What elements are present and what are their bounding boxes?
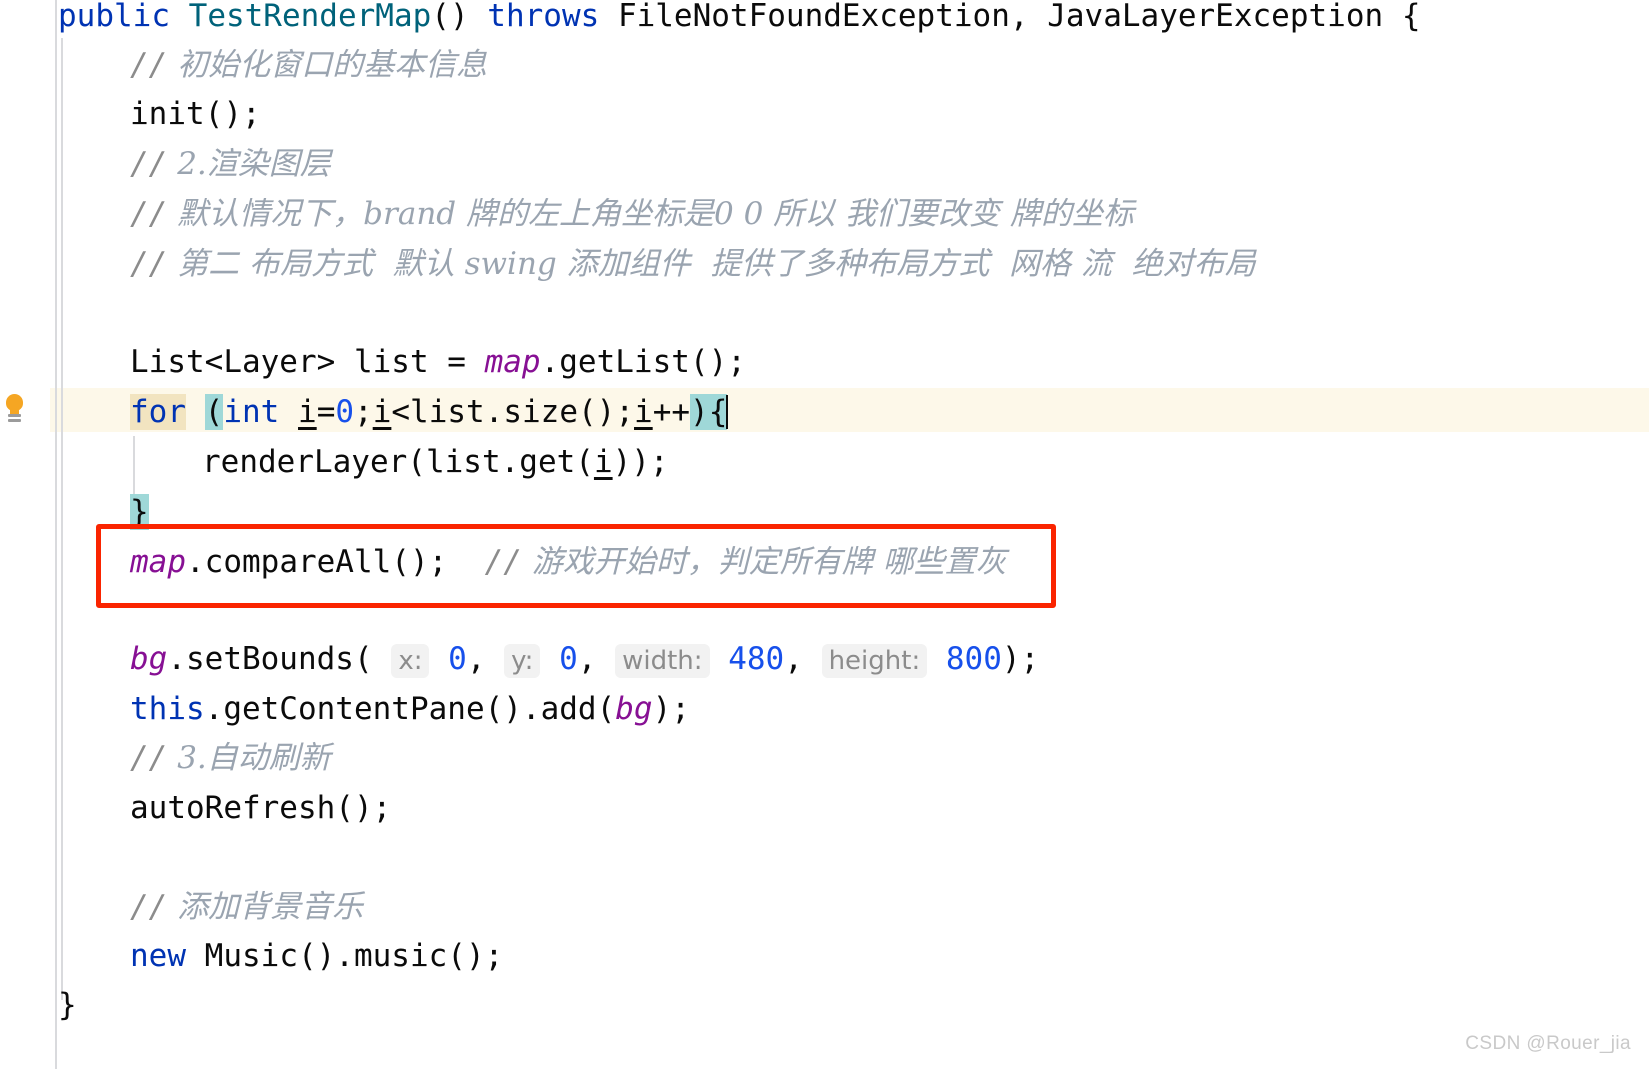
keyword-public: public — [58, 0, 170, 34]
code-line-9[interactable]: for (int i=0;i<list.size();i++){ — [130, 387, 729, 437]
arg-y-value: 0 — [559, 641, 578, 677]
code-line-14[interactable]: bg.setBounds( x: 0, y: 0, width: 480, he… — [130, 634, 1039, 684]
code-line-4[interactable]: // 2.渲染图层 — [130, 139, 331, 189]
comment-text: 第二 布局方式 默认 swing 添加组件 提供了多种布局方式 网格 流 绝对布… — [177, 246, 1256, 282]
comment-slashes: // — [484, 544, 522, 580]
local-var-i: i — [372, 394, 392, 430]
call-autorefresh: autoRefresh(); — [130, 790, 392, 826]
comment-text: 初始化窗口的基本信息 — [177, 47, 488, 83]
local-var-i: i — [593, 444, 613, 480]
field-map: map — [130, 544, 186, 580]
code-line-8[interactable]: List<Layer> list = map.getList(); — [130, 337, 746, 387]
code-line-3[interactable]: init(); — [130, 89, 261, 139]
code-line-1[interactable]: public TestRenderMap() throws FileNotFou… — [58, 0, 1420, 41]
code-editor[interactable]: public TestRenderMap() throws FileNotFou… — [0, 0, 1649, 1069]
inlay-hint-width[interactable]: width: — [615, 644, 710, 678]
comment-text: 游戏开始时，判定所有牌 哪些置灰 — [531, 544, 1007, 580]
getcontentpane-add: .getContentPane().add( — [204, 691, 616, 727]
comment-text: 3.自动刷新 — [177, 740, 331, 776]
music-call: Music().music(); — [186, 938, 504, 974]
comment-text: 添加背景音乐 — [177, 889, 364, 925]
arg-height-value: 800 — [945, 641, 1002, 677]
exception-list: FileNotFoundException, JavaLayerExceptio… — [599, 0, 1421, 34]
compareall-call: .compareAll(); — [186, 544, 448, 580]
inlay-hint-height[interactable]: height: — [821, 644, 928, 678]
code-line-19[interactable]: // 添加背景音乐 — [130, 882, 363, 932]
keyword-int: int — [223, 394, 280, 430]
local-var-i: i — [298, 394, 317, 430]
code-line-6[interactable]: // 第二 布局方式 默认 swing 添加组件 提供了多种布局方式 网格 流 … — [130, 239, 1256, 289]
comma: , — [466, 641, 486, 677]
parens: () — [431, 0, 488, 34]
matching-brace-open: { — [708, 394, 728, 430]
comment-slashes: // — [130, 47, 168, 83]
field-map: map — [484, 344, 541, 380]
call-init: init(); — [130, 96, 261, 132]
code-line-15[interactable]: this.getContentPane().add(bg); — [130, 684, 690, 734]
list-declaration: List<Layer> list = — [130, 344, 485, 380]
csdn-watermark: CSDN @Rouer_jia — [1465, 1033, 1631, 1054]
text-caret — [726, 395, 729, 429]
local-var-i: i — [634, 394, 653, 430]
comma: , — [784, 641, 803, 677]
constructor-name: TestRenderMap — [188, 0, 432, 34]
comment-slashes: // — [130, 740, 168, 776]
number-zero: 0 — [335, 394, 355, 430]
comment-text: 默认情况下，brand 牌的左上角坐标是0 0 所以 我们要改变 牌的坐标 — [177, 196, 1134, 232]
field-bg: bg — [615, 691, 653, 727]
keyword-for: for — [130, 394, 186, 430]
code-line-21[interactable]: } — [58, 980, 77, 1030]
code-line-10[interactable]: renderLayer(list.get(i)); — [202, 437, 669, 487]
comment-slashes: // — [130, 146, 168, 182]
comment-slashes: // — [130, 889, 168, 925]
assign-op: = — [316, 394, 336, 430]
keyword-throws: throws — [487, 0, 600, 34]
comma: , — [577, 641, 597, 677]
renderlayer-call: renderLayer(list.get( — [202, 444, 594, 480]
keyword-new: new — [130, 938, 186, 974]
comment-slashes: // — [130, 246, 168, 282]
field-bg: bg — [130, 641, 168, 677]
code-line-12[interactable]: map.compareAll(); // 游戏开始时，判定所有牌 哪些置灰 — [130, 537, 1007, 587]
setbounds-call: .setBounds( — [167, 641, 373, 677]
loop-condition: <list.size(); — [391, 394, 635, 430]
call-tail: )); — [612, 444, 669, 480]
comment-text: 2.渲染图层 — [177, 146, 331, 182]
code-line-16[interactable]: // 3.自动刷新 — [130, 733, 331, 783]
keyword-this: this — [130, 691, 205, 727]
matching-brace-close: } — [130, 494, 149, 530]
inlay-hint-y[interactable]: y: — [504, 644, 541, 678]
call-tail: ); — [1001, 641, 1040, 677]
matching-paren-close: ) — [690, 394, 709, 430]
inlay-hint-x[interactable]: x: — [391, 644, 430, 678]
matching-paren-open: ( — [204, 394, 224, 430]
semicolon: ; — [354, 394, 373, 430]
arg-width-value: 480 — [728, 641, 785, 677]
code-line-17[interactable]: autoRefresh(); — [130, 783, 391, 833]
arg-x-value: 0 — [448, 641, 467, 677]
increment-op: ++ — [652, 394, 691, 430]
code-line-5[interactable]: // 默认情况下，brand 牌的左上角坐标是0 0 所以 我们要改变 牌的坐标 — [130, 189, 1134, 239]
code-line-11[interactable]: } — [130, 487, 149, 537]
code-content[interactable]: public TestRenderMap() throws FileNotFou… — [0, 0, 1649, 1069]
comment-slashes: // — [130, 196, 168, 232]
method-closing-brace: } — [58, 987, 77, 1023]
call-tail: ); — [652, 691, 690, 727]
code-line-2[interactable]: // 初始化窗口的基本信息 — [130, 40, 487, 90]
code-line-20[interactable]: new Music().music(); — [130, 931, 503, 981]
getlist-call: .getList(); — [540, 344, 746, 380]
